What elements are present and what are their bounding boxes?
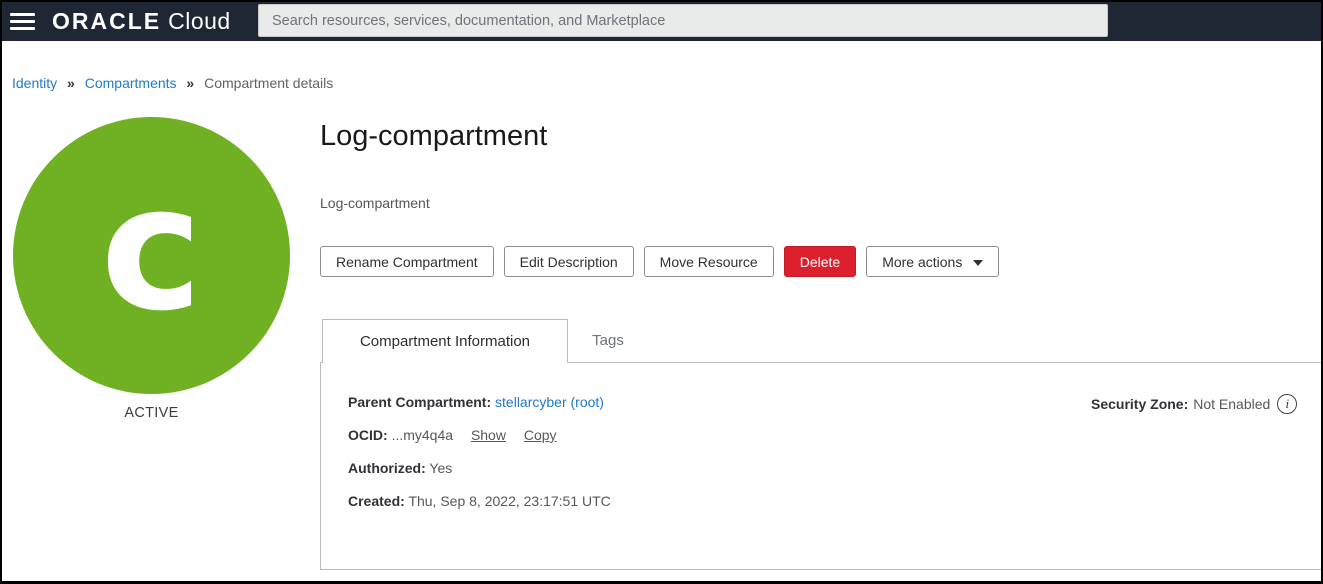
compartment-avatar: c — [13, 117, 290, 394]
info-icon[interactable]: i — [1277, 394, 1297, 414]
breadcrumb-separator: » — [186, 75, 194, 91]
created-value: Thu, Sep 8, 2022, 23:17:51 UTC — [408, 493, 610, 509]
caret-down-icon — [973, 260, 983, 266]
created-label: Created: — [348, 493, 405, 509]
hamburger-menu-icon[interactable] — [10, 13, 35, 30]
search-input[interactable] — [258, 4, 1108, 37]
security-zone-label: Security Zone: — [1091, 396, 1188, 412]
logo-oracle-text: ORACLE — [52, 8, 161, 35]
window-frame: ORACLE Cloud Identity » Compartments » C… — [0, 0, 1323, 584]
security-zone-value: Not Enabled — [1193, 396, 1270, 412]
more-actions-label: More actions — [882, 254, 962, 270]
ocid-copy-link[interactable]: Copy — [524, 427, 557, 443]
edit-description-button[interactable]: Edit Description — [504, 246, 634, 277]
created-row: Created: Thu, Sep 8, 2022, 23:17:51 UTC — [348, 493, 611, 509]
compartment-information-panel: Parent Compartment: stellarcyber (root) … — [320, 362, 1323, 570]
ocid-value: ...my4q4a — [392, 427, 453, 443]
tab-compartment-information[interactable]: Compartment Information — [322, 319, 568, 363]
breadcrumb-current-page: Compartment details — [204, 75, 333, 91]
top-nav-bar: ORACLE Cloud — [2, 2, 1321, 41]
authorized-row: Authorized: Yes — [348, 460, 611, 476]
breadcrumb-compartments-link[interactable]: Compartments — [85, 75, 177, 91]
ocid-show-link[interactable]: Show — [471, 427, 506, 443]
more-actions-button[interactable]: More actions — [866, 246, 999, 277]
avatar-letter: c — [101, 163, 203, 335]
panel-body: Parent Compartment: stellarcyber (root) … — [348, 394, 611, 526]
move-resource-button[interactable]: Move Resource — [644, 246, 774, 277]
delete-button[interactable]: Delete — [784, 246, 856, 277]
parent-compartment-link[interactable]: stellarcyber (root) — [495, 394, 604, 410]
rename-compartment-button[interactable]: Rename Compartment — [320, 246, 494, 277]
breadcrumb-identity-link[interactable]: Identity — [12, 75, 57, 91]
status-badge: ACTIVE — [13, 405, 290, 421]
ocid-row: OCID: ...my4q4a Show Copy — [348, 427, 611, 443]
authorized-value: Yes — [429, 460, 452, 476]
breadcrumb-separator: » — [67, 75, 75, 91]
breadcrumb: Identity » Compartments » Compartment de… — [12, 75, 333, 91]
logo-cloud-text: Cloud — [168, 8, 231, 35]
oracle-cloud-logo: ORACLE Cloud — [52, 8, 231, 35]
compartment-description: Log-compartment — [320, 195, 430, 211]
action-button-row: Rename Compartment Edit Description Move… — [320, 246, 999, 277]
authorized-label: Authorized: — [348, 460, 426, 476]
page-title: Log-compartment — [320, 120, 547, 153]
security-zone-row: Security Zone: Not Enabled i — [1091, 394, 1297, 414]
tab-tags[interactable]: Tags — [568, 319, 648, 362]
ocid-label: OCID: — [348, 427, 388, 443]
parent-compartment-row: Parent Compartment: stellarcyber (root) — [348, 394, 611, 410]
parent-compartment-label: Parent Compartment: — [348, 394, 491, 410]
